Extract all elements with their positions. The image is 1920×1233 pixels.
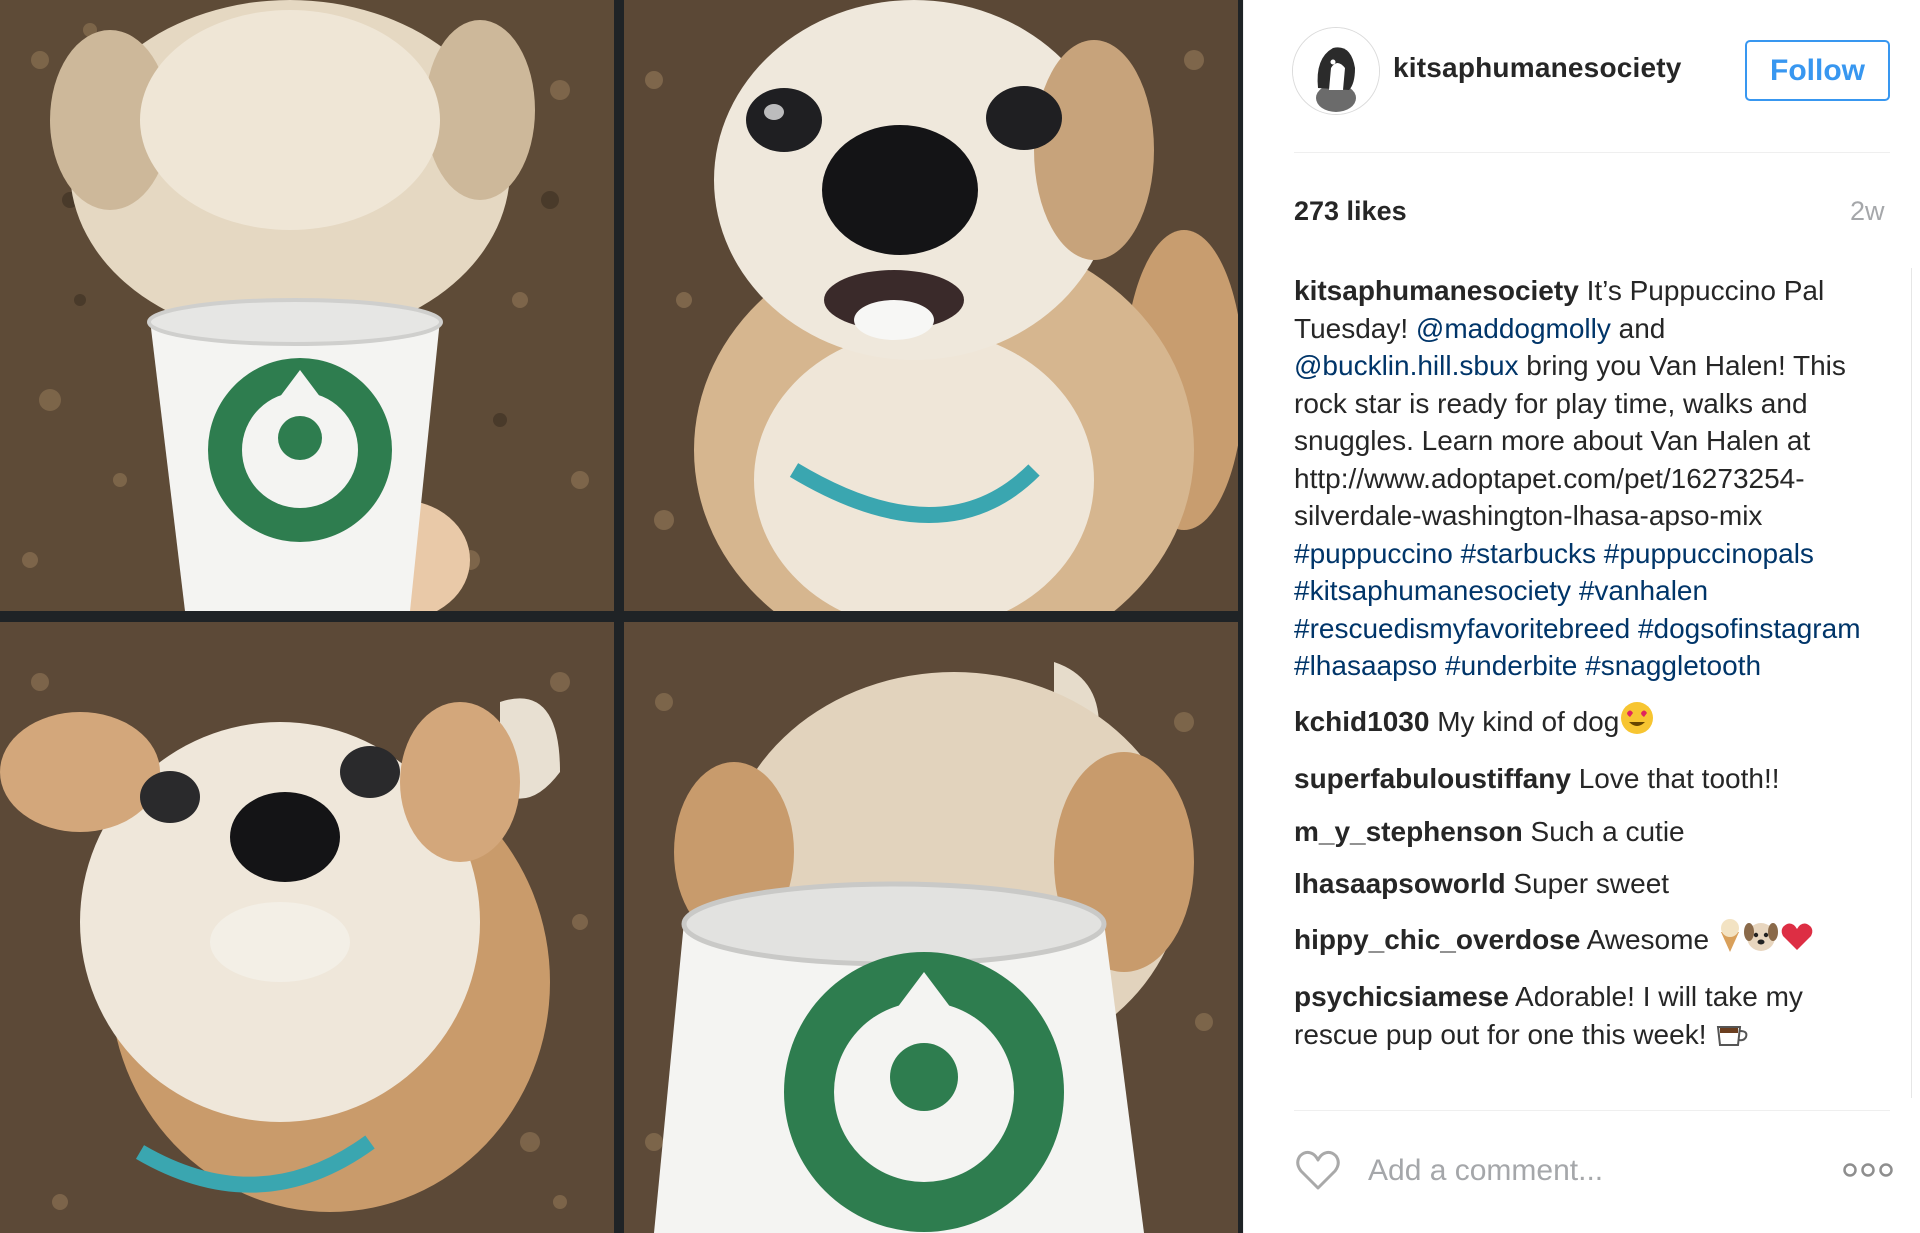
comment-text: Love that tooth!! <box>1578 763 1780 794</box>
caption-text: and <box>1610 312 1666 344</box>
author-username[interactable]: kitsaphumanesociety <box>1393 52 1682 84</box>
comment-text: Such a cutie <box>1530 815 1685 847</box>
post-sidebar: kitsaphumanesociety Follow 273 likes 2w … <box>1243 0 1920 1233</box>
post-caption: kitsaphumanesociety It’s Puppuccino Pal … <box>1294 272 1890 685</box>
comment-item: hippy_chic_overdose Awesome <box>1294 918 1890 964</box>
dog-face-emoji <box>1743 918 1779 964</box>
comment-author[interactable]: hippy_chic_overdose <box>1294 924 1580 955</box>
comment-item: superfabuloustiffany Love that tooth!! <box>1294 760 1890 798</box>
more-options-icon[interactable] <box>1842 1158 1894 1182</box>
like-count[interactable]: 273 likes <box>1294 196 1407 227</box>
add-comment-input[interactable] <box>1366 1146 1840 1196</box>
mention-link[interactable]: @maddogmolly <box>1416 313 1611 344</box>
comment-item: m_y_stephenson Such a cutie <box>1294 813 1890 851</box>
red-heart-emoji <box>1779 918 1815 964</box>
heart-eyes-emoji <box>1619 700 1655 746</box>
footer-divider <box>1294 1110 1890 1111</box>
comment-list[interactable]: kitsaphumanesociety It’s Puppuccino Pal … <box>1294 272 1890 1096</box>
comment-text: Awesome <box>1586 923 1717 955</box>
comment-item: psychicsiamese Adorable! I will take my … <box>1294 978 1890 1058</box>
photo-dog-milk-beard <box>0 622 614 1233</box>
header-divider <box>1294 152 1890 153</box>
photo-dog-drinking-cup <box>0 0 614 611</box>
caption-author[interactable]: kitsaphumanesociety <box>1294 275 1579 306</box>
heart-outline-icon[interactable] <box>1294 1148 1342 1192</box>
hashtag-links[interactable]: #puppuccino #starbucks #puppuccinopals #… <box>1294 538 1861 682</box>
photo-cup-closeup <box>624 622 1238 1233</box>
photo-dog-face <box>624 0 1238 611</box>
post-age[interactable]: 2w <box>1850 196 1885 227</box>
ice-cream-emoji <box>1717 918 1743 964</box>
mention-link[interactable]: @bucklin.hill.sbux <box>1294 350 1519 381</box>
coffee-emoji <box>1714 1019 1750 1059</box>
comment-text: My kind of dog <box>1437 705 1620 737</box>
comment-author[interactable]: superfabuloustiffany <box>1294 763 1571 794</box>
comment-scrollbar[interactable] <box>1911 268 1920 1098</box>
instagram-post: kitsaphumanesociety Follow 273 likes 2w … <box>0 0 1920 1233</box>
comment-author[interactable]: kchid1030 <box>1294 706 1429 737</box>
comment-item: lhasaapsoworld Super sweet <box>1294 865 1890 903</box>
comment-author[interactable]: psychicsiamese <box>1294 981 1509 1012</box>
comment-item: kchid1030 My kind of dog <box>1294 700 1890 746</box>
post-photo[interactable] <box>0 0 1243 1233</box>
comment-author[interactable]: lhasaapsoworld <box>1294 868 1506 899</box>
author-avatar[interactable] <box>1292 27 1380 115</box>
follow-button[interactable]: Follow <box>1745 40 1890 101</box>
comment-text: Super sweet <box>1513 868 1670 899</box>
comment-author[interactable]: m_y_stephenson <box>1294 816 1523 847</box>
